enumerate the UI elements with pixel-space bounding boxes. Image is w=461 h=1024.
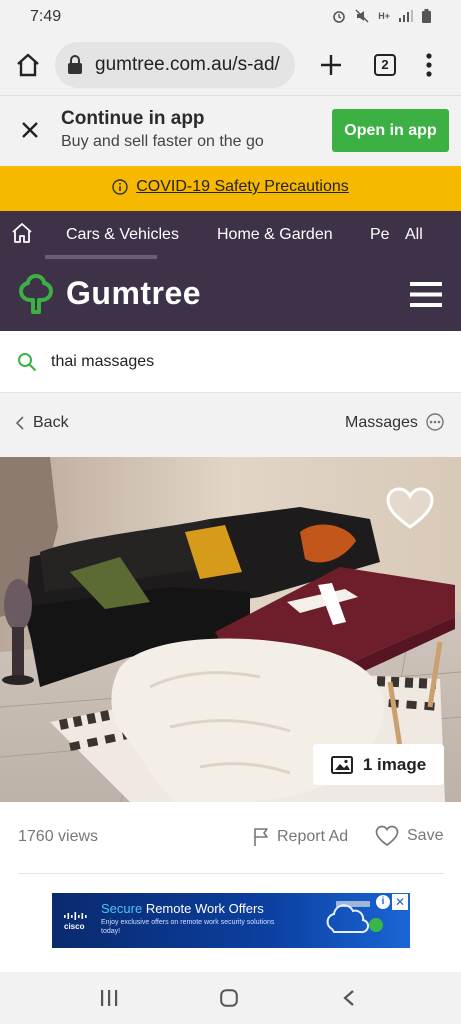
view-count: 1760 views <box>18 828 99 845</box>
ad-title: Secure Remote Work Offers <box>101 901 264 916</box>
search-icon <box>18 353 37 372</box>
ad-close-icon[interactable]: ✕ <box>392 894 408 910</box>
close-icon[interactable] <box>18 118 42 142</box>
info-icon <box>112 179 128 195</box>
report-ad-label: Report Ad <box>277 828 349 845</box>
browser-menu-icon[interactable] <box>420 51 438 79</box>
ad-info-icon[interactable]: i <box>376 895 390 909</box>
status-bar: 7:49 H+ <box>0 0 461 34</box>
recent-apps-icon[interactable] <box>100 990 118 1006</box>
brand-name[interactable]: Gumtree <box>66 275 201 312</box>
category-pets[interactable]: Pe <box>370 226 390 244</box>
ad-brand-logo: cisco <box>64 912 88 931</box>
covid-notice-bar: COVID-19 Safety Precautions <box>0 166 461 211</box>
advertisement-banner[interactable]: cisco Secure Remote Work Offers Enjoy ex… <box>52 893 410 948</box>
breadcrumb-category[interactable]: Massages <box>345 414 418 432</box>
tab-switcher-button[interactable]: 2 <box>374 54 396 76</box>
back-label: Back <box>33 414 69 431</box>
category-nav: Cars & Vehicles Home & Garden Pe All <box>0 211 461 259</box>
status-icons: H+ <box>332 9 431 23</box>
chevron-left-icon <box>16 416 24 430</box>
ad-title-rest: Remote Work Offers <box>142 901 264 916</box>
more-options-icon[interactable] <box>426 413 444 431</box>
category-all-label: All <box>405 226 423 243</box>
listing-actions-row: 1760 views Report Ad Save <box>0 802 461 874</box>
ad-title-highlight: Secure <box>101 901 143 916</box>
signal-icon <box>399 10 413 22</box>
browser-home-icon[interactable] <box>14 51 42 79</box>
heart-icon[interactable] <box>386 487 434 529</box>
app-install-banner: Continue in app Buy and sell faster on t… <box>0 96 461 166</box>
url-text: gumtree.com.au/s-ad/ <box>95 54 280 75</box>
heart-outline-icon <box>375 825 399 847</box>
listing-photo[interactable]: 1 image <box>0 457 461 802</box>
system-home-icon[interactable] <box>220 989 238 1007</box>
banner-subtitle: Buy and sell faster on the go <box>61 133 264 150</box>
section-divider <box>18 873 444 874</box>
banner-title: Continue in app <box>61 108 205 129</box>
alarm-icon <box>333 11 346 23</box>
category-all-button[interactable]: All <box>391 211 461 259</box>
mute-icon <box>355 9 369 23</box>
image-icon <box>330 755 353 774</box>
category-home-icon[interactable] <box>10 221 34 245</box>
search-input[interactable]: thai massages <box>51 353 154 371</box>
save-button[interactable]: Save <box>375 825 443 847</box>
covid-safety-link[interactable]: COVID-19 Safety Precautions <box>136 178 349 196</box>
ad-description: Enjoy exclusive offers on remote work se… <box>101 919 275 935</box>
category-cars-vehicles[interactable]: Cars & Vehicles <box>66 226 179 244</box>
category-home-garden[interactable]: Home & Garden <box>217 226 333 244</box>
ad-brand-text: cisco <box>64 922 85 931</box>
address-bar[interactable]: gumtree.com.au/s-ad/ <box>55 42 295 88</box>
cloud-devices-graphic <box>326 901 383 934</box>
save-label: Save <box>407 827 444 844</box>
new-tab-icon[interactable] <box>316 50 346 80</box>
cisco-bars-icon <box>64 912 87 920</box>
breadcrumb: Back Massages <box>0 393 461 457</box>
system-back-icon[interactable] <box>342 989 356 1007</box>
open-in-app-button[interactable]: Open in app <box>332 109 449 152</box>
flag-icon <box>254 828 268 846</box>
image-count-label: 1 image <box>362 754 427 774</box>
report-ad-button[interactable]: Report Ad <box>253 827 348 847</box>
gumtree-logo-icon[interactable] <box>19 273 53 315</box>
lock-icon <box>68 55 82 74</box>
status-time: 7:49 <box>30 8 62 25</box>
browser-toolbar: gumtree.com.au/s-ad/ 2 <box>0 34 461 96</box>
battery-icon <box>422 9 431 23</box>
system-navigation-bar <box>0 972 461 1024</box>
network-type-label: H+ <box>378 11 390 21</box>
image-count-button[interactable]: 1 image <box>313 744 444 785</box>
hamburger-menu-icon[interactable] <box>410 282 442 307</box>
search-bar[interactable]: thai massages <box>0 331 461 393</box>
back-button[interactable]: Back <box>16 414 69 432</box>
site-header: Gumtree <box>0 259 461 331</box>
